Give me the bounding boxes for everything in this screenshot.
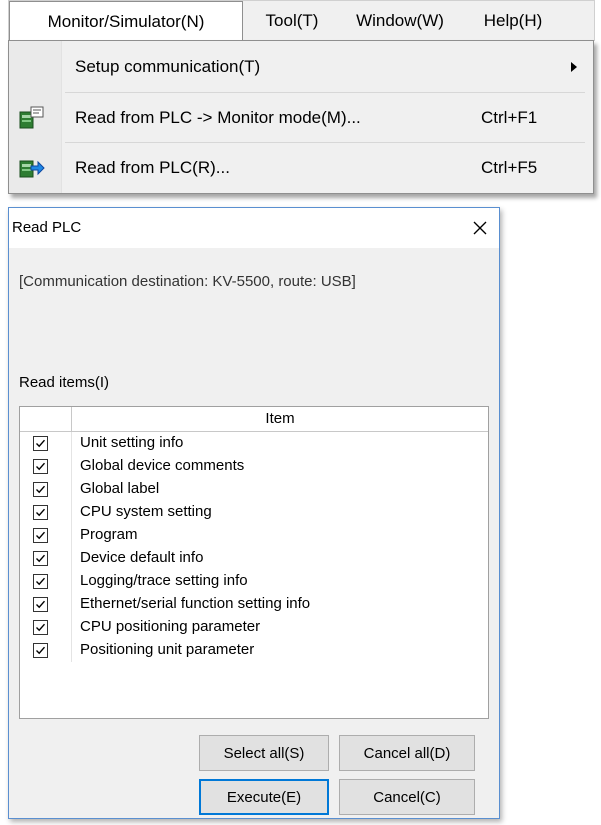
monitor-simulator-dropdown: Setup communication(T) Read from PLC -> … [8,40,594,194]
item-label: Logging/trace setting info [80,572,248,589]
monitor-read-icon [19,106,45,130]
item-label: Ethernet/serial function setting info [80,595,311,612]
item-checkbox[interactable] [33,528,48,543]
menu-separator [65,92,585,93]
table-row[interactable]: Unit setting info [20,432,488,455]
cancel-button[interactable]: Cancel(C) [339,779,475,815]
table-row[interactable]: Global label [20,478,488,501]
menu-item-read-monitor-mode[interactable]: Read from PLC -> Monitor mode(M)... Ctrl… [9,94,593,142]
menu-item-read-from-plc[interactable]: Read from PLC(R)... Ctrl+F5 [9,144,593,192]
item-label: Global device comments [80,457,245,474]
menu-window[interactable]: Window(W) [341,1,459,41]
item-checkbox[interactable] [33,551,48,566]
dialog-title: Read PLC [12,219,82,236]
table-row[interactable]: CPU system setting [20,501,488,524]
column-separator [71,478,72,501]
menu-item-label: Read from PLC -> Monitor mode(M)... [75,108,361,127]
column-separator [71,593,72,616]
table-row[interactable]: Positioning unit parameter [20,639,488,662]
table-row[interactable]: Program [20,524,488,547]
close-icon[interactable] [471,219,489,237]
cancel-all-button[interactable]: Cancel all(D) [339,735,475,771]
column-separator [71,432,72,455]
column-separator [71,639,72,662]
item-checkbox[interactable] [33,574,48,589]
item-label: Device default info [80,549,204,566]
table-row[interactable]: Ethernet/serial function setting info [20,593,488,616]
read-plc-dialog: Read PLC [Communication destination: KV-… [8,207,500,819]
plc-read-icon [19,156,45,180]
column-separator [71,547,72,570]
menu-item-label: Read from PLC(R)... [75,158,230,177]
read-items-table: Item Unit setting info Global device comm… [19,406,489,719]
header-check-column [20,407,72,431]
item-checkbox[interactable] [33,505,48,520]
menu-item-shortcut: Ctrl+F5 [481,158,538,177]
column-separator [71,501,72,524]
item-checkbox[interactable] [33,597,48,612]
menu-help[interactable]: Help(H) [465,1,561,41]
column-separator [71,455,72,478]
table-row[interactable]: Logging/trace setting info [20,570,488,593]
item-checkbox[interactable] [33,459,48,474]
item-checkbox[interactable] [33,482,48,497]
item-label: Program [80,526,138,543]
item-label: Global label [80,480,160,497]
menu-item-label: Setup communication(T) [75,57,261,76]
menu-bar: Monitor/Simulator(N) Tool(T) Window(W) H… [8,0,595,43]
communication-destination-text: [Communication destination: KV-5500, rou… [19,273,356,290]
header-item: Item [265,410,295,427]
menu-item-setup-communication[interactable]: Setup communication(T) [9,43,593,91]
read-items-label: Read items(I) [19,374,110,391]
column-separator [71,616,72,639]
menu-separator [65,142,585,143]
menu-monitor-simulator[interactable]: Monitor/Simulator(N) [9,1,243,43]
table-row[interactable]: Global device comments [20,455,488,478]
item-label: CPU positioning parameter [80,618,261,635]
item-checkbox[interactable] [33,436,48,451]
table-row[interactable]: CPU positioning parameter [20,616,488,639]
table-row[interactable]: Device default info [20,547,488,570]
item-label: Unit setting info [80,434,184,451]
select-all-button[interactable]: Select all(S) [199,735,329,771]
menu-item-shortcut: Ctrl+F1 [481,108,538,127]
table-header: Item [20,407,488,432]
item-label: CPU system setting [80,503,212,520]
item-checkbox[interactable] [33,620,48,635]
submenu-arrow-icon [571,62,577,72]
column-separator [71,570,72,593]
menu-tool[interactable]: Tool(T) [247,1,337,41]
item-label: Positioning unit parameter [80,641,255,658]
dialog-titlebar: Read PLC [9,208,499,248]
execute-button[interactable]: Execute(E) [199,779,329,815]
item-checkbox[interactable] [33,643,48,658]
column-separator [71,524,72,547]
